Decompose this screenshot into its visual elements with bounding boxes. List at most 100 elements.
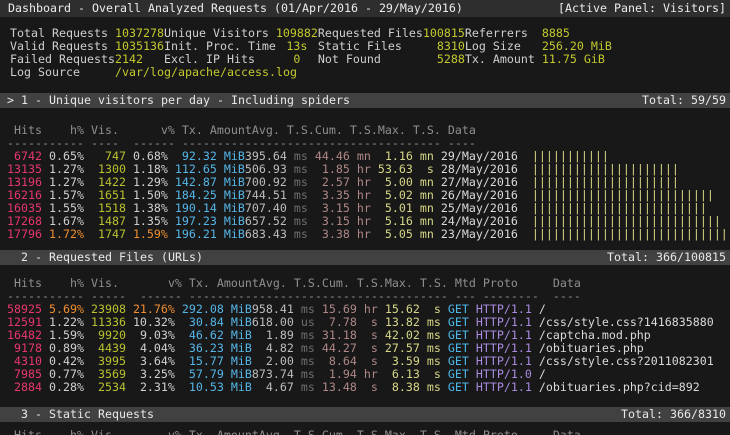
cell-avg_u: ms [294,303,315,316]
cell-vpct: 21.76% [126,303,175,316]
summary-label: Log Size [465,40,542,53]
visitors-table: Hitsh%Vis.v%Tx. AmountAvg. T.S.Cum. T.S.… [7,124,730,241]
active-panel-indicator: [Active Panel: Visitors] [558,0,726,17]
cell-tx: 15.77 MiB [175,355,252,368]
panel-3-title-wrap: 3 - Static Requests [7,407,154,422]
cell-avg_u: ms [287,176,308,189]
cell-max: 8.38 ms [378,381,441,394]
table-row[interactable]: 172681.67%14871.35%197.23 MiB657.52ms3.1… [7,215,730,228]
summary-line: Failed Requests2142Excl. IP Hits0Not Fou… [10,53,730,66]
hits-bar: |||||||||||||||||||||||||| [532,189,714,202]
cell-avg_v: 657.52 [245,215,287,228]
cell-tx: 112.65 MiB [168,163,245,176]
cell-max: 42.02 ms [378,329,441,342]
column-header-tx-amount: Tx. Amount [182,429,259,435]
cell-vis: 9920 [84,329,126,342]
column-header-cum-t-s-: Cum. T.S. [315,124,378,137]
cell-hpct: 1.22% [42,316,84,329]
summary-value: 5288 [423,53,465,66]
cell-date: 29/May/2016 [434,150,532,163]
cell-proto: HTTP/1.0 [469,368,532,381]
table-row[interactable]: 43100.42%39953.64%15.77 MiB2.00ms8.64 s3… [7,355,730,368]
cell-vpct: 0.68% [126,150,168,163]
panel-header-unique-visitors[interactable]: > 1 - Unique visitors per day - Includin… [0,93,730,108]
cell-tx: 57.79 MiB [175,368,252,381]
table-row[interactable]: 131351.27%13001.18%112.65 MiB506.93ms1.8… [7,163,730,176]
header-divider-dashes: --------- [315,137,378,150]
cell-hits: 13196 [7,176,42,189]
cell-cum: 7.78 s [315,316,378,329]
cell-avg_v: 2.00 [252,355,294,368]
cell-vpct: 4.04% [126,342,175,355]
cell-max: 15.62 s [378,303,441,316]
cell-hits: 58925 [7,303,42,316]
column-header-max-t-s-: Max. T.S. [385,277,448,290]
table-row[interactable]: 79850.77%35693.25%57.79 MiB873.74ms1.94 … [7,368,730,381]
cell-vis: 747 [84,150,126,163]
cell-max: 13.82 ms [378,316,441,329]
column-header-max-t-s-: Max. T.S. [385,429,448,435]
panel-2-title-wrap: 2 - Requested Files (URLs) [7,250,203,265]
cell-hits: 17796 [7,228,42,241]
cell-tx: 142.87 MiB [168,176,245,189]
requested-files-table: Hitsh%Vis.v%Tx. AmountAvg. T.S.Cum. T.S.… [7,277,730,394]
static-requests-table: Hitsh%Vis.v%Tx. AmountAvg. T.S.Cum. T.S.… [7,429,730,435]
table-row[interactable]: 160351.55%15181.38%190.14 MiB707.40ms3.1… [7,202,730,215]
header-divider-dashes: ---- [441,137,476,150]
column-header-v%: v% [133,124,175,137]
header-divider-dashes: --------- [259,290,322,303]
table-row[interactable]: 589255.69%2390821.76%292.08 MiB958.41ms1… [7,303,730,316]
header-divider-dashes: ---------- [175,137,252,150]
cell-vis: 1422 [84,176,126,189]
cell-tx: 292.08 MiB [175,303,252,316]
column-header-max-t-s-: Max. T.S. [378,124,441,137]
header-divider-dashes: -------- [476,290,546,303]
table-row[interactable]: 162161.57%16511.50%184.25 MiB744.51ms3.3… [7,189,730,202]
cell-cum: 15.69 hr [315,303,378,316]
cell-vpct: 1.38% [126,202,168,215]
cell-max: 1.16 mn [371,150,434,163]
table-row[interactable]: 28840.28%25342.31%10.53 MiB4.67ms13.48 s… [7,381,730,394]
table-row[interactable]: 164821.59%99209.03%46.62 MiB1.89ms31.18 … [7,329,730,342]
cell-hpct: 1.27% [42,176,84,189]
hits-bar: |||||||||||||||||||||||||||| [532,228,728,241]
header-divider-dashes: ---- [546,290,581,303]
cell-proto: HTTP/1.1 [469,342,532,355]
column-header-data: Data [546,429,581,435]
cell-url: /css/style.css?1416835880 [532,316,714,329]
header-divider-dashes: ---------- [182,290,259,303]
cell-max: 6.13 s [378,368,441,381]
panel-1-title: 1 - Unique visitors per day - Including … [21,93,350,107]
cell-tx: 190.14 MiB [168,202,245,215]
table-row[interactable]: 67420.65%7470.68%92.32 MiB395.64ms44.46 … [7,150,730,163]
header-divider-dashes: --------- [385,290,448,303]
cell-mtd: GET [441,355,469,368]
summary-value: 11.75 GiB [542,53,605,66]
cell-avg_u: ms [287,202,308,215]
panel-header-requested-files[interactable]: 2 - Requested Files (URLs) Total: 366/10… [0,250,730,265]
cell-vpct: 2.31% [126,381,175,394]
table-row[interactable]: 177961.72%17471.59%196.21 MiB683.43ms3.3… [7,228,730,241]
column-header-avg-t-s-: Avg. T.S. [259,277,322,290]
cell-hpct: 1.59% [42,329,84,342]
header-divider-dashes: ------ [42,290,84,303]
hits-bar: ||||||||||| [532,150,609,163]
summary-value: 1037278 [115,27,164,40]
cell-avg_v: 744.51 [245,189,287,202]
summary-value: 2142 [115,53,164,66]
cell-hits: 6742 [7,150,42,163]
panel-cursor-placeholder [7,250,21,264]
cell-date: 26/May/2016 [434,189,532,202]
table-row[interactable]: 91780.89%44394.04%36.23 MiB4.82ms44.27 s… [7,342,730,355]
cell-max: 5.02 mn [371,189,434,202]
column-header-tx-amount: Tx. Amount [182,277,259,290]
panel-header-static-requests[interactable]: 3 - Static Requests Total: 366/8310 [0,407,730,422]
column-header-v%: v% [133,277,182,290]
cell-tx: 92.32 MiB [168,150,245,163]
table-row[interactable]: 125911.22%1133610.32%30.84 MiB618.00us7.… [7,316,730,329]
cell-hits: 4310 [7,355,42,368]
cell-url: /obituaries.php [532,342,644,355]
summary-stats: Total Requests1037278Unique Visitors1098… [10,27,730,79]
cell-vis: 1300 [84,163,126,176]
table-row[interactable]: 131961.27%14221.29%142.87 MiB700.92ms2.5… [7,176,730,189]
